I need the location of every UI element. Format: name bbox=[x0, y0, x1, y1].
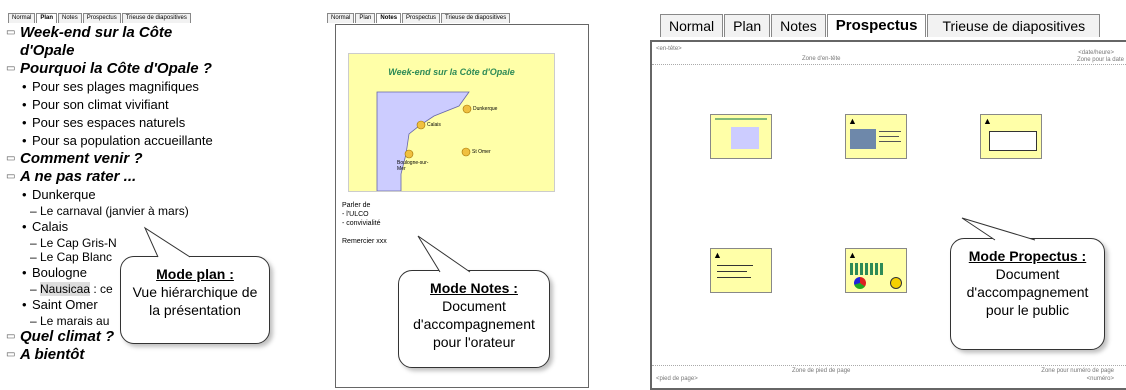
slide-title: A bientôt bbox=[20, 346, 85, 363]
list-item[interactable]: Pour son climat vivifiant bbox=[6, 96, 306, 114]
notes-line: Remercier xxx bbox=[342, 238, 387, 245]
tab-plan[interactable]: Plan bbox=[36, 13, 58, 23]
outline-slide-6[interactable]: ▭ A bientôt bbox=[6, 346, 306, 364]
outline-view-panel: Normal Plan Notes Prospectus Trieuse de … bbox=[0, 0, 300, 387]
outline-slide-1[interactable]: ▭ Week-end sur la Côte bbox=[6, 24, 306, 42]
map-graphic bbox=[376, 91, 472, 191]
handout-slide-1[interactable] bbox=[710, 114, 772, 159]
list-item[interactable]: Pour ses plages magnifiques bbox=[6, 78, 306, 96]
tab-prospectus[interactable]: Prospectus bbox=[82, 13, 121, 23]
tab-plan[interactable]: Plan bbox=[724, 14, 771, 37]
slide-icon: ▭ bbox=[6, 349, 16, 360]
notes-line: - l'ULCO bbox=[342, 211, 369, 218]
slide-icon: ▭ bbox=[6, 331, 16, 342]
list-item[interactable]: Calais bbox=[6, 218, 306, 236]
tab-plan[interactable]: Plan bbox=[355, 13, 376, 23]
speaker-notes[interactable]: Parler de - l'ULCO - convivialité Remerc… bbox=[342, 201, 387, 246]
slide-icon: ▭ bbox=[6, 27, 16, 38]
date-zone: Zone pour la date bbox=[1076, 57, 1124, 63]
header-zone: Zone d'en-tête bbox=[802, 56, 841, 62]
footer-zone: Zone de pied de page bbox=[792, 368, 851, 374]
callout-line: Document bbox=[995, 266, 1060, 282]
map-label-calais: Calais bbox=[427, 122, 441, 128]
handout-slide-3[interactable]: ▲ bbox=[980, 114, 1042, 159]
view-tabs: Normal Plan Notes Prospectus Trieuse de … bbox=[8, 13, 192, 23]
callout-line: pour le public bbox=[985, 302, 1070, 318]
callout-line: Document bbox=[442, 298, 506, 314]
slide-icon: ▭ bbox=[6, 153, 16, 164]
tab-notes[interactable]: Notes bbox=[58, 13, 82, 23]
date-placeholder[interactable]: <date/heure> bbox=[1078, 50, 1114, 56]
header-placeholder[interactable]: <en-tête> bbox=[656, 46, 682, 52]
tab-notes[interactable]: Notes bbox=[771, 14, 826, 37]
callout-line: d'accompagnement bbox=[413, 316, 535, 332]
tab-normal[interactable]: Normal bbox=[660, 14, 724, 37]
callout-title: Mode Notes : bbox=[430, 280, 518, 296]
view-tabs: Normal Plan Notes Prospectus Trieuse de … bbox=[660, 14, 1101, 37]
slide-title-cont: d'Opale bbox=[20, 42, 75, 59]
selected-text: Nausicaa bbox=[40, 282, 91, 296]
slide-title: Week-end sur la Côte bbox=[20, 24, 173, 41]
outline-slide-1-cont: d'Opale bbox=[6, 42, 306, 60]
callout-prospectus: Mode Propectus : Document d'accompagneme… bbox=[950, 238, 1105, 350]
list-item[interactable]: Dunkerque bbox=[6, 186, 306, 204]
slide-title: Comment venir ? bbox=[20, 150, 143, 167]
outline-slide-4[interactable]: ▭ A ne pas rater ... bbox=[6, 168, 306, 186]
slide-preview[interactable]: Week-end sur la Côte d'Opale Calais Dunk… bbox=[348, 53, 555, 192]
item-text: : ce bbox=[90, 282, 113, 296]
callout-title: Mode Propectus : bbox=[968, 248, 1087, 264]
callout-title: Mode plan : bbox=[156, 266, 234, 282]
outline-slide-3[interactable]: ▭ Comment venir ? bbox=[6, 150, 306, 168]
handout-slide-5[interactable]: ▲ bbox=[845, 248, 907, 293]
list-item[interactable]: Pour sa population accueillante bbox=[6, 132, 306, 150]
slide-icon: ▭ bbox=[6, 63, 16, 74]
tab-notes[interactable]: Notes bbox=[376, 13, 402, 23]
tab-slide-sorter[interactable]: Trieuse de diapositives bbox=[927, 14, 1101, 37]
tab-prospectus[interactable]: Prospectus bbox=[826, 14, 927, 37]
tab-slide-sorter[interactable]: Trieuse de diapositives bbox=[441, 13, 511, 23]
slide-title: A ne pas rater ... bbox=[20, 168, 137, 185]
outline-slide-2[interactable]: ▭ Pourquoi la Côte d'Opale ? bbox=[6, 60, 306, 78]
callout-line: d'accompagnement bbox=[966, 284, 1089, 300]
callout-line: Vue hiérarchique de bbox=[132, 284, 258, 300]
tab-prospectus[interactable]: Prospectus bbox=[402, 13, 441, 23]
sub-list-item[interactable]: Le Cap Gris-N bbox=[6, 236, 306, 250]
slide-icon: ▭ bbox=[6, 171, 16, 182]
footer-placeholder[interactable]: <pied de page> bbox=[656, 376, 698, 382]
map-label-dunkerque: Dunkerque bbox=[473, 106, 498, 112]
page-number-zone: Zone pour numéro de page bbox=[1041, 368, 1114, 374]
notes-line: Parler de bbox=[342, 202, 371, 209]
footer-line bbox=[652, 365, 1126, 366]
callout-plan: Mode plan : Vue hiérarchique de la prése… bbox=[120, 256, 270, 344]
notes-line: - convivialité bbox=[342, 220, 381, 227]
map-label-boulogne: Boulogne-sur-Mer bbox=[397, 160, 429, 172]
list-item[interactable]: Pour ses espaces naturels bbox=[6, 114, 306, 132]
tab-slide-sorter[interactable]: Trieuse de diapositives bbox=[121, 13, 191, 23]
tab-normal[interactable]: Normal bbox=[8, 13, 36, 23]
handout-slide-4[interactable]: ▲ bbox=[710, 248, 772, 293]
notes-line bbox=[342, 228, 387, 237]
handout-slide-2[interactable]: ▲ bbox=[845, 114, 907, 159]
sub-list-item[interactable]: Le carnaval (janvier à mars) bbox=[6, 204, 306, 218]
tab-normal[interactable]: Normal bbox=[327, 13, 355, 23]
header-line bbox=[652, 64, 1126, 65]
callout-notes: Mode Notes : Document d'accompagnement p… bbox=[398, 270, 550, 368]
callout-line: pour l'orateur bbox=[432, 334, 516, 350]
slide-title: Quel climat ? bbox=[20, 328, 115, 345]
page-number-placeholder[interactable]: <numéro> bbox=[1087, 376, 1114, 382]
slide-title: Pourquoi la Côte d'Opale ? bbox=[20, 60, 212, 77]
map-label-st-omer: St Omer bbox=[472, 149, 491, 155]
view-tabs: Normal Plan Notes Prospectus Trieuse de … bbox=[327, 13, 511, 23]
callout-line: la présentation bbox=[149, 302, 241, 318]
